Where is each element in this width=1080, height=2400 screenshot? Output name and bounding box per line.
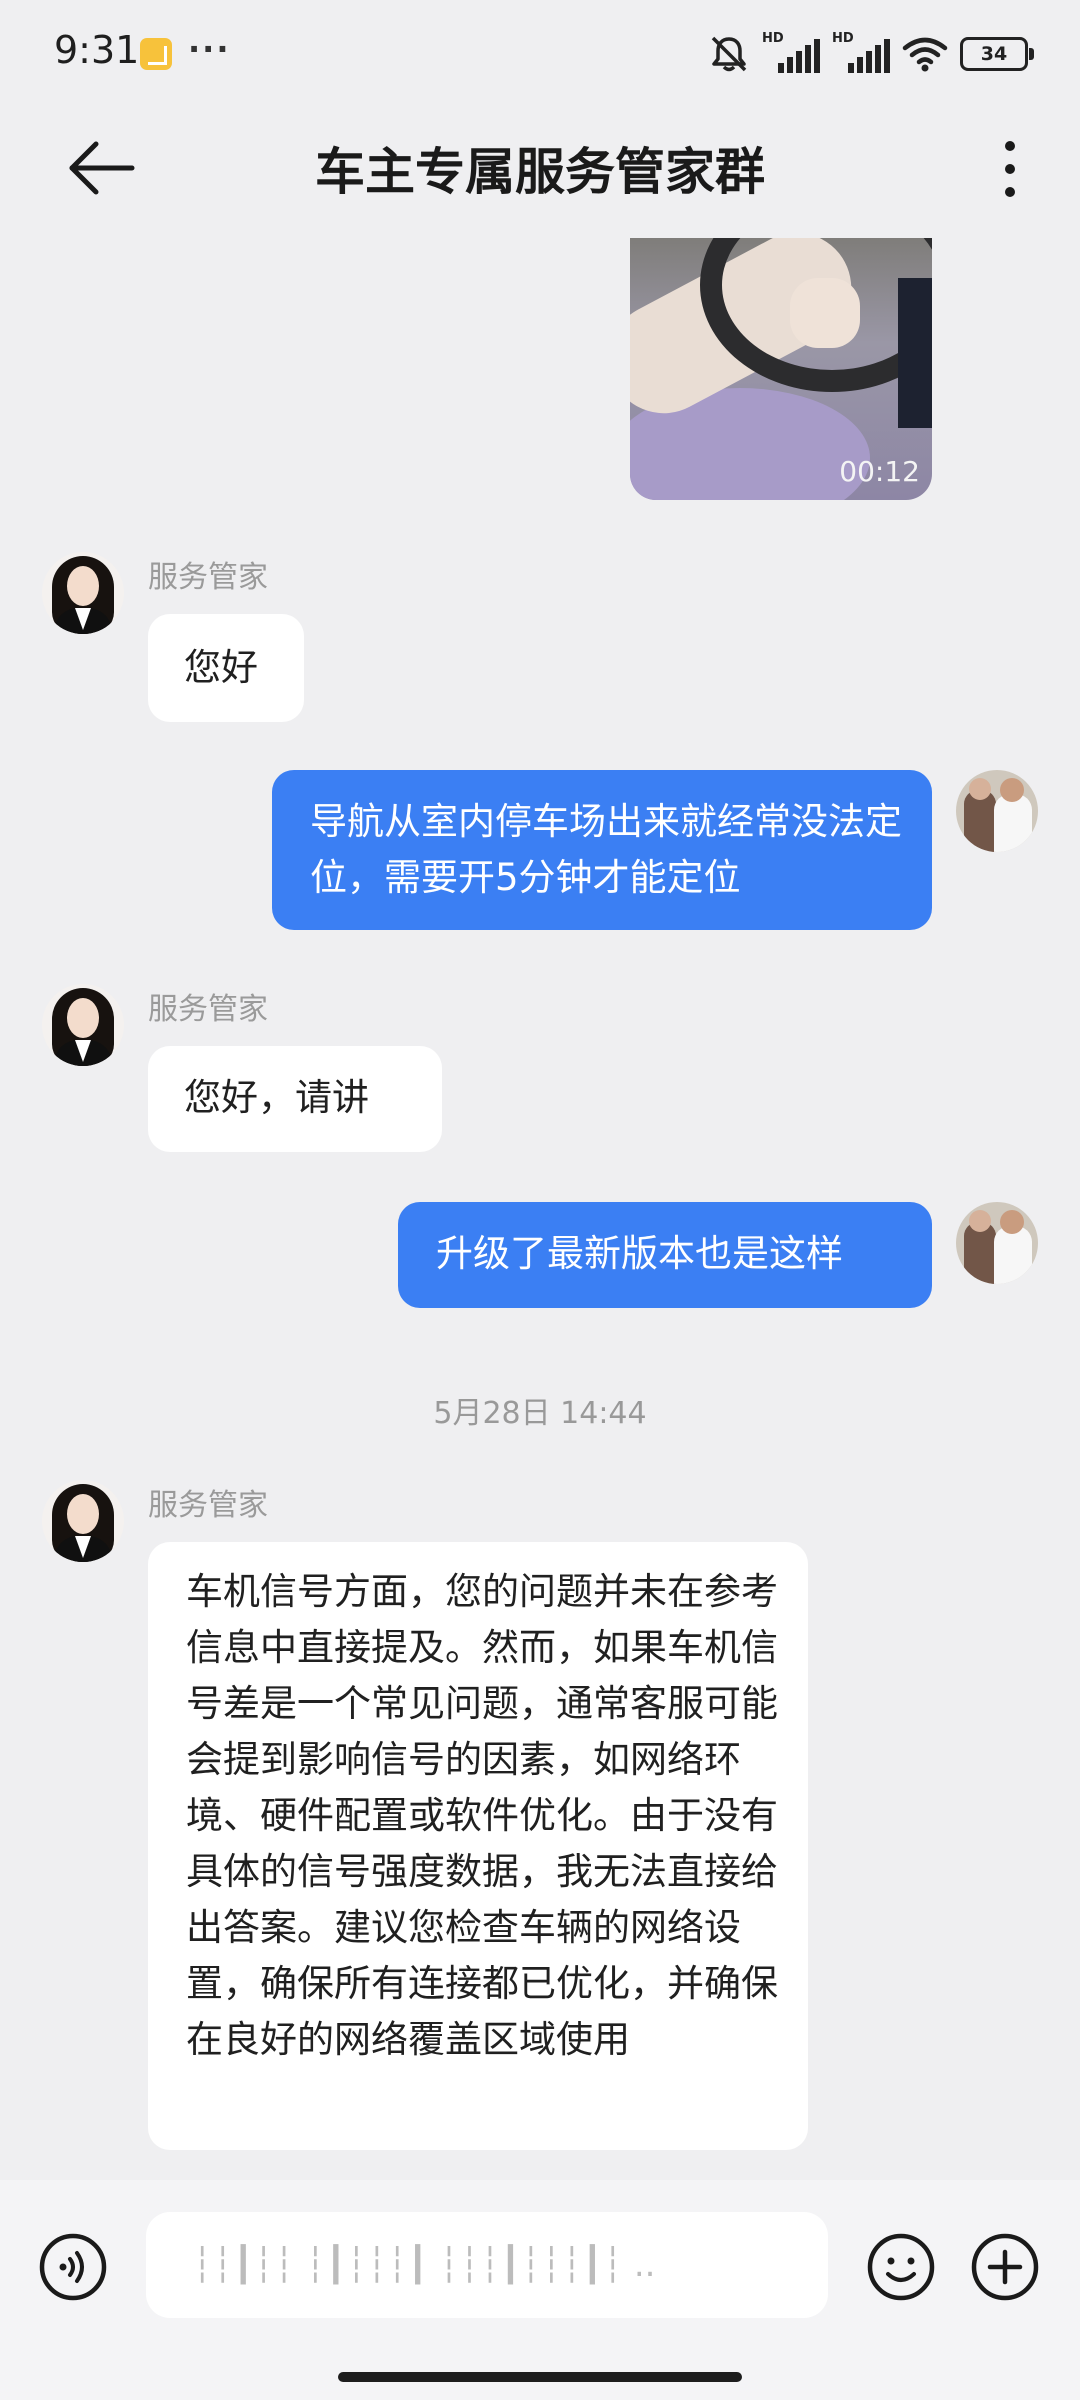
chat-header: 车主专属服务管家群 (0, 110, 1080, 222)
video-thumbnail-screen (898, 278, 932, 428)
message-text: 您好，请讲 (184, 1076, 369, 1119)
emoji-button[interactable] (866, 2232, 936, 2302)
message-text: 导航从室内停车场出来就经常没法定位，需要开5分钟才能定位 (310, 800, 902, 899)
message-input[interactable]: ┆┆┃┆┆ ┆┃┆┆┆┃ ┆┆┆┃┆┆┆┃┆ .. (146, 2212, 828, 2318)
sender-name: 服务管家 (148, 992, 268, 1027)
mute-icon (711, 36, 747, 72)
message-bubble[interactable]: 车机信号方面，您的问题并未在参考信息中直接提及。然而，如果车机信号差是一个常见问… (148, 1542, 808, 2150)
message-text: 车机信号方面，您的问题并未在参考信息中直接提及。然而，如果车机信号差是一个常见问… (186, 1570, 778, 2061)
message-bubble[interactable]: 您好 (148, 614, 304, 722)
status-bar: 9:31 ··· HD HD 34 (0, 0, 1080, 110)
agent-avatar[interactable] (42, 984, 124, 1066)
notes-app-icon (140, 38, 172, 70)
video-duration: 00:12 (839, 455, 920, 488)
message-text: 您好 (184, 646, 258, 689)
signal-1-icon: HD (762, 31, 820, 73)
message-bubble[interactable]: 您好，请讲 (148, 1046, 442, 1152)
wifi-icon (902, 37, 948, 72)
battery-icon: 34 (960, 37, 1034, 71)
agent-avatar[interactable] (42, 1480, 124, 1562)
agent-avatar[interactable] (42, 552, 124, 634)
message-list[interactable]: 00:12 服务管家 您好 导航从室内停车场出来就经常没法定位，需要开5分钟才能… (0, 222, 1080, 2180)
input-bar: ┆┆┃┆┆ ┆┃┆┆┆┃ ┆┆┆┃┆┆┆┃┆ .. (0, 2180, 1080, 2400)
add-attachment-button[interactable] (970, 2232, 1040, 2302)
sender-name: 服务管家 (148, 560, 268, 595)
video-message[interactable]: 00:12 (630, 238, 932, 500)
sender-name: 服务管家 (148, 1488, 268, 1523)
user-avatar[interactable] (956, 770, 1038, 852)
video-thumbnail-hand (790, 278, 860, 348)
voice-input-button[interactable] (38, 2232, 108, 2302)
message-bubble-self[interactable]: 升级了最新版本也是这样 (398, 1202, 932, 1308)
more-notifications-icon: ··· (188, 30, 231, 68)
more-options-button[interactable] (990, 134, 1030, 204)
message-timestamp: 5月28日 14:44 (433, 1396, 647, 1431)
home-indicator[interactable] (338, 2372, 742, 2382)
signal-2-icon: HD (832, 31, 890, 73)
chat-title: 车主专属服务管家群 (315, 143, 765, 201)
status-time: 9:31 (54, 28, 140, 72)
status-icons: HD HD 34 (708, 31, 1034, 74)
message-bubble-self[interactable]: 导航从室内停车场出来就经常没法定位，需要开5分钟才能定位 (272, 770, 932, 930)
user-avatar[interactable] (956, 1202, 1038, 1284)
message-text: 升级了最新版本也是这样 (436, 1232, 843, 1275)
